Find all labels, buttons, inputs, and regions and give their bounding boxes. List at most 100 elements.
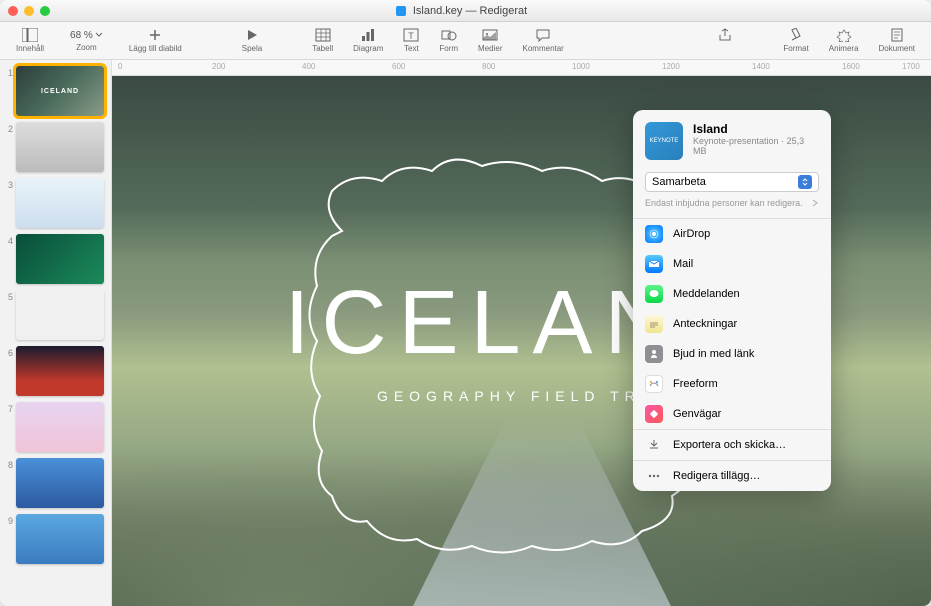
format-button[interactable]: Format <box>773 28 818 53</box>
zoom-dropdown[interactable]: 68 % Zoom <box>54 30 119 52</box>
slide-canvas[interactable]: 0 200 400 600 800 1000 1200 1400 1600 17… <box>112 60 931 606</box>
text-label: Text <box>404 44 419 53</box>
slide-thumb-9[interactable]: 9 <box>4 514 107 564</box>
play-icon <box>244 28 260 42</box>
plus-icon <box>147 28 163 42</box>
slide-number: 9 <box>4 514 16 526</box>
edit-status: Redigerat <box>480 5 528 17</box>
thumbnail[interactable] <box>16 122 104 172</box>
slide-thumb-6[interactable]: 6 <box>4 346 107 396</box>
share-messages[interactable]: Meddelanden <box>633 279 831 309</box>
titlebar: Island.key — Redigerat <box>0 0 931 22</box>
slide-thumb-2[interactable]: 2 <box>4 122 107 172</box>
play-label: Spela <box>242 44 262 53</box>
comment-label: Kommentar <box>523 44 564 53</box>
slide-thumb-4[interactable]: 4 <box>4 234 107 284</box>
window-controls <box>8 6 50 16</box>
app-window: Island.key — Redigerat Innehåll 68 % Zoo… <box>0 0 931 606</box>
shape-button[interactable]: Form <box>429 28 468 53</box>
slide-thumb-5[interactable]: 5 <box>4 290 107 340</box>
slide-thumb-8[interactable]: 8 <box>4 458 107 508</box>
table-label: Tabell <box>312 44 333 53</box>
text-button[interactable]: T Text <box>393 28 429 53</box>
slide-thumb-3[interactable]: 3 <box>4 178 107 228</box>
airdrop-icon <box>645 225 663 243</box>
more-icon <box>645 467 663 485</box>
share-button[interactable] <box>707 28 743 53</box>
share-header: KEYNOTE Island Keynote-presentation · 25… <box>633 110 831 172</box>
thumbnail[interactable] <box>16 402 104 452</box>
contents-icon <box>22 28 38 42</box>
share-freeform[interactable]: Freeform <box>633 369 831 399</box>
slide-thumb-1[interactable]: 1 ICELAND <box>4 66 107 116</box>
thumbnail[interactable]: ICELAND <box>16 66 104 116</box>
share-mail[interactable]: Mail <box>633 249 831 279</box>
shortcuts-icon <box>645 405 663 423</box>
slide-number: 8 <box>4 458 16 470</box>
share-shortcuts[interactable]: Genvägar <box>633 399 831 429</box>
media-icon <box>482 28 498 42</box>
window-title: Island.key — Redigerat <box>50 5 873 17</box>
minimize-window[interactable] <box>24 6 34 16</box>
share-export[interactable]: Exportera och skicka… <box>633 430 831 460</box>
slide-number: 4 <box>4 234 16 246</box>
animate-button[interactable]: Animera <box>819 28 869 53</box>
chart-label: Diagram <box>353 44 383 53</box>
share-mode-value: Samarbeta <box>652 176 706 188</box>
shape-label: Form <box>439 44 458 53</box>
slide-number: 6 <box>4 346 16 358</box>
document-icon <box>889 28 905 42</box>
shape-icon <box>441 28 457 42</box>
filename: Island.key <box>413 5 463 17</box>
chevron-right-icon <box>811 199 819 207</box>
add-slide-button[interactable]: Lägg till diabild <box>119 28 192 53</box>
messages-icon <box>645 285 663 303</box>
share-permission-note[interactable]: Endast inbjudna personer kan redigera. <box>633 198 831 218</box>
notes-icon <box>645 315 663 333</box>
chart-icon <box>360 28 376 42</box>
share-notes[interactable]: Anteckningar <box>633 309 831 339</box>
animate-icon <box>836 28 852 42</box>
text-icon: T <box>403 28 419 42</box>
slide-number: 3 <box>4 178 16 190</box>
share-icon <box>717 28 733 42</box>
thumbnail[interactable] <box>16 290 104 340</box>
share-label <box>724 44 726 53</box>
slide-navigator[interactable]: 1 ICELAND 2 3 4 5 6 <box>0 60 112 606</box>
thumbnail[interactable] <box>16 234 104 284</box>
title-separator: — <box>465 5 479 17</box>
thumbnail[interactable] <box>16 458 104 508</box>
document-button[interactable]: Dokument <box>869 28 925 53</box>
keynote-file-icon <box>396 6 406 16</box>
share-invite-link[interactable]: Bjud in med länk <box>633 339 831 369</box>
slide-thumb-7[interactable]: 7 <box>4 402 107 452</box>
zoom-label: Zoom <box>76 43 96 52</box>
toolbar: Innehåll 68 % Zoom Lägg till diabild Spe… <box>0 22 931 60</box>
media-button[interactable]: Medier <box>468 28 512 53</box>
freeform-icon <box>645 375 663 393</box>
thumbnail[interactable] <box>16 178 104 228</box>
fullscreen-window[interactable] <box>40 6 50 16</box>
chart-button[interactable]: Diagram <box>343 28 393 53</box>
contents-label: Innehåll <box>16 44 44 53</box>
table-button[interactable]: Tabell <box>302 28 343 53</box>
keynote-doc-icon: KEYNOTE <box>645 122 683 160</box>
contents-button[interactable]: Innehåll <box>6 28 54 53</box>
slide-number: 5 <box>4 290 16 302</box>
slide-number: 2 <box>4 122 16 134</box>
share-file-meta: Keynote-presentation · 25,3 MB <box>693 136 819 156</box>
share-edit-extensions[interactable]: Redigera tillägg… <box>633 461 831 491</box>
thumbnail[interactable] <box>16 346 104 396</box>
share-mode-dropdown[interactable]: Samarbeta <box>645 172 819 192</box>
share-popover: KEYNOTE Island Keynote-presentation · 25… <box>633 110 831 491</box>
thumbnail[interactable] <box>16 514 104 564</box>
table-icon <box>315 28 331 42</box>
comment-button[interactable]: Kommentar <box>513 28 574 53</box>
play-button[interactable]: Spela <box>232 28 272 53</box>
share-airdrop[interactable]: AirDrop <box>633 219 831 249</box>
animate-label: Animera <box>829 44 859 53</box>
link-icon <box>645 345 663 363</box>
mail-icon <box>645 255 663 273</box>
close-window[interactable] <box>8 6 18 16</box>
zoom-value: 68 % <box>70 30 93 41</box>
